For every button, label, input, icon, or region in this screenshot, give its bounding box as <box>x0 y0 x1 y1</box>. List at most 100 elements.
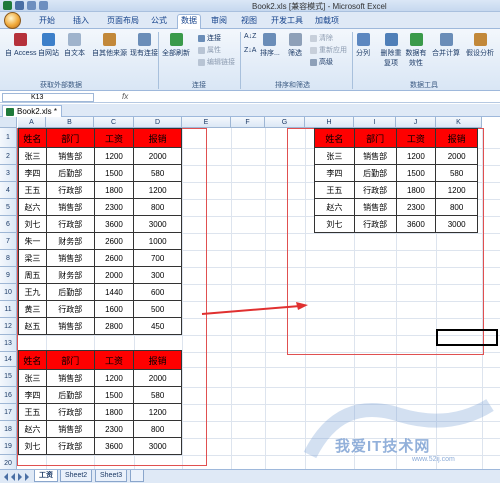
table-cell[interactable]: 1500 <box>395 164 437 182</box>
column-header-a[interactable]: A <box>18 117 46 128</box>
table-cell[interactable]: 2600 <box>93 232 135 250</box>
row-header-8[interactable]: 8 <box>0 250 17 267</box>
sort-descending-button[interactable]: Z↓A <box>244 47 256 54</box>
table-cell[interactable]: 刘七 <box>18 437 47 455</box>
table-cell[interactable]: 2300 <box>93 420 135 438</box>
sheet-tab-salary[interactable]: 工资 <box>34 470 58 482</box>
fx-icon[interactable]: fx <box>122 92 128 101</box>
row-header-12[interactable]: 12 <box>0 318 17 335</box>
table-cell[interactable]: 朱一 <box>18 232 47 250</box>
tab-data[interactable]: 数据 <box>177 14 201 30</box>
table-cell[interactable]: 赵六 <box>18 420 47 438</box>
table-cell[interactable]: 王五 <box>18 403 47 421</box>
table-cell[interactable]: 1000 <box>133 232 182 250</box>
header-cell[interactable]: 部门 <box>353 128 397 148</box>
clear-filter-button[interactable]: 清除 <box>310 33 333 43</box>
data-validation-button[interactable]: 数据有效性 <box>405 33 427 68</box>
header-cell[interactable]: 报销 <box>133 128 182 148</box>
table-cell[interactable]: 2800 <box>93 317 135 335</box>
table-cell[interactable]: 销售部 <box>45 420 95 438</box>
table-cell[interactable]: 580 <box>133 164 182 182</box>
from-access-button[interactable]: 自 Access <box>5 33 37 58</box>
column-header-i[interactable]: I <box>354 117 396 128</box>
column-header-k[interactable]: K <box>436 117 482 128</box>
table-cell[interactable]: 梁三 <box>18 249 47 267</box>
table-cell[interactable]: 销售部 <box>45 249 95 267</box>
table-cell[interactable]: 王五 <box>314 181 355 199</box>
table-cell[interactable]: 行政部 <box>353 215 397 233</box>
table-cell[interactable]: 销售部 <box>45 369 95 387</box>
properties-button[interactable]: 属性 <box>198 45 221 55</box>
row-header-1[interactable]: 1 <box>0 128 17 148</box>
table-cell[interactable]: 500 <box>133 300 182 318</box>
table-cell[interactable]: 1200 <box>93 369 135 387</box>
table-cell[interactable]: 赵五 <box>18 317 47 335</box>
table-cell[interactable]: 2300 <box>93 198 135 216</box>
from-text-button[interactable]: 自文本 <box>64 33 85 58</box>
sort-button[interactable]: 排序... <box>260 33 280 58</box>
insert-sheet-icon[interactable] <box>130 470 144 482</box>
table-cell[interactable]: 1600 <box>93 300 135 318</box>
table-cell[interactable]: 后勤部 <box>45 164 95 182</box>
table-cell[interactable]: 800 <box>435 198 478 216</box>
tab-insert[interactable]: 插入 <box>70 15 92 29</box>
table-cell[interactable]: 2600 <box>93 249 135 267</box>
table-cell[interactable]: 2300 <box>395 198 437 216</box>
header-cell[interactable]: 部门 <box>45 128 95 148</box>
row-header-11[interactable]: 11 <box>0 301 17 318</box>
table-cell[interactable]: 王五 <box>18 181 47 199</box>
table-cell[interactable]: 2000 <box>93 266 135 284</box>
header-cell[interactable]: 姓名 <box>314 128 355 148</box>
table-cell[interactable]: 1200 <box>133 403 182 421</box>
table-cell[interactable]: 后勤部 <box>45 386 95 404</box>
table-cell[interactable]: 李四 <box>314 164 355 182</box>
table-cell[interactable]: 1200 <box>133 181 182 199</box>
edit-links-button[interactable]: 编辑链接 <box>198 57 235 67</box>
connections-button[interactable]: 连接 <box>198 33 221 43</box>
what-if-analysis-button[interactable]: 假设分析 <box>466 33 494 58</box>
sheet-tab-sheet3[interactable]: Sheet3 <box>95 470 128 482</box>
row-header-17[interactable]: 17 <box>0 404 17 421</box>
prev-sheet-icon[interactable] <box>11 473 15 481</box>
row-header-6[interactable]: 6 <box>0 216 17 233</box>
table-cell[interactable]: 黄三 <box>18 300 47 318</box>
filter-button[interactable]: 筛选 <box>288 33 302 58</box>
header-cell[interactable]: 工资 <box>93 350 135 370</box>
excel-logo-icon[interactable] <box>3 1 12 10</box>
table-cell[interactable]: 300 <box>133 266 182 284</box>
row-header-16[interactable]: 16 <box>0 387 17 404</box>
table-cell[interactable]: 李四 <box>18 386 47 404</box>
tab-addins[interactable]: 加载项 <box>312 15 342 29</box>
table-cell[interactable]: 赵六 <box>18 198 47 216</box>
table-cell[interactable]: 1200 <box>395 147 437 165</box>
table-cell[interactable]: 周五 <box>18 266 47 284</box>
header-cell[interactable]: 工资 <box>93 128 135 148</box>
header-cell[interactable]: 报销 <box>133 350 182 370</box>
row-header-18[interactable]: 18 <box>0 421 17 438</box>
table-cell[interactable]: 580 <box>133 386 182 404</box>
row-header-15[interactable]: 15 <box>0 367 17 387</box>
table-cell[interactable]: 赵六 <box>314 198 355 216</box>
sheet-tab-sheet2[interactable]: Sheet2 <box>60 470 93 482</box>
table-cell[interactable]: 刘七 <box>314 215 355 233</box>
sort-ascending-button[interactable]: A↓Z <box>244 33 256 40</box>
table-cell[interactable]: 行政部 <box>45 437 95 455</box>
table-cell[interactable]: 2000 <box>133 147 182 165</box>
table-cell[interactable]: 800 <box>133 198 182 216</box>
table-cell[interactable]: 行政部 <box>45 300 95 318</box>
table-cell[interactable]: 李四 <box>18 164 47 182</box>
refresh-all-button[interactable]: 全部刷新 <box>162 33 190 58</box>
table-cell[interactable]: 张三 <box>314 147 355 165</box>
tab-view[interactable]: 视图 <box>238 15 260 29</box>
tab-page-layout[interactable]: 页面布局 <box>104 15 142 29</box>
table-cell[interactable]: 1440 <box>93 283 135 301</box>
table-cell[interactable]: 1500 <box>93 386 135 404</box>
first-sheet-icon[interactable] <box>4 473 8 481</box>
row-header-4[interactable]: 4 <box>0 182 17 199</box>
table-cell[interactable]: 1200 <box>435 181 478 199</box>
column-header-e[interactable]: E <box>182 117 231 128</box>
header-cell[interactable]: 报销 <box>435 128 478 148</box>
table-cell[interactable]: 王九 <box>18 283 47 301</box>
table-cell[interactable]: 600 <box>133 283 182 301</box>
column-header-g[interactable]: G <box>265 117 305 128</box>
